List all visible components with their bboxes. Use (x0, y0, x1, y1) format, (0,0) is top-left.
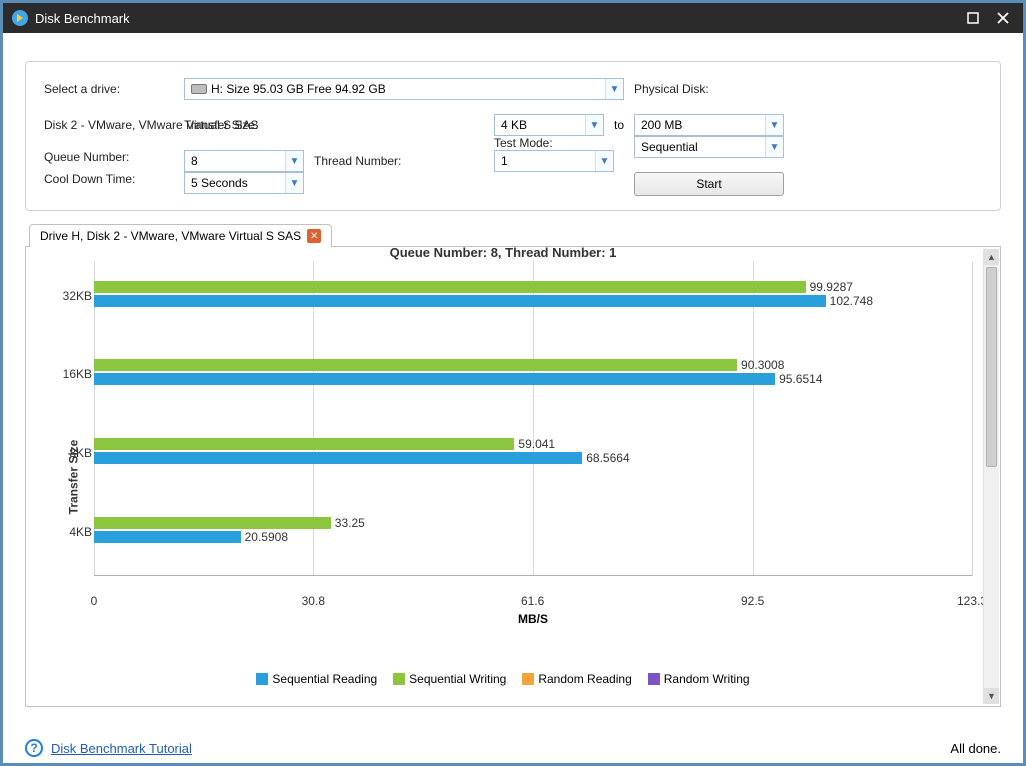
chevron-down-icon[interactable]: ▼ (765, 115, 783, 135)
x-tick: 0 (91, 594, 98, 608)
start-button[interactable]: Start (634, 172, 784, 196)
bar-value-seq-read: 102.748 (830, 294, 873, 308)
test-mode-value: Sequential (635, 140, 765, 154)
drive-label: Select a drive: (44, 82, 174, 96)
tab-title: Drive H, Disk 2 - VMware, VMware Virtual… (40, 229, 301, 243)
chart-xlabel: MB/S (94, 612, 972, 626)
window-title: Disk Benchmark (35, 11, 130, 26)
queue-number-select[interactable]: 8 ▼ (184, 150, 304, 172)
thread-number-select[interactable]: 1 ▼ (494, 150, 614, 172)
tab-close-button[interactable]: ✕ (307, 229, 321, 243)
chevron-down-icon[interactable]: ▼ (605, 79, 623, 99)
test-mode-select[interactable]: Sequential ▼ (634, 136, 784, 158)
legend-rand-read: Random Reading (522, 672, 631, 686)
chart-legend: Sequential Reading Sequential Writing Ra… (26, 672, 980, 686)
chevron-down-icon[interactable]: ▼ (585, 115, 603, 135)
bar-value-seq-write: 33.25 (335, 516, 365, 530)
bar-value-seq-read: 20.5908 (245, 530, 288, 544)
y-category: 4KB (62, 525, 92, 539)
chart-title: Queue Number: 8, Thread Number: 1 (26, 247, 980, 260)
benchmark-chart: Queue Number: 8, Thread Number: 1 Transf… (25, 247, 1001, 707)
transfer-size-from-select[interactable]: 4 KB ▼ (494, 114, 604, 136)
bar-value-seq-write: 59.041 (518, 437, 555, 451)
y-category: 32KB (62, 289, 92, 303)
chevron-down-icon[interactable]: ▼ (285, 173, 303, 193)
drive-select[interactable]: H: Size 95.03 GB Free 94.92 GB ▼ (184, 78, 624, 100)
benchmark-settings-panel: Select a drive: H: Size 95.03 GB Free 94… (25, 61, 1001, 211)
app-icon (11, 9, 29, 27)
y-category: 8KB (62, 446, 92, 460)
chevron-down-icon[interactable]: ▼ (285, 151, 303, 171)
chevron-down-icon[interactable]: ▼ (765, 137, 783, 157)
scroll-up-icon[interactable]: ▲ (984, 249, 999, 265)
cooldown-select[interactable]: 5 Seconds ▼ (184, 172, 304, 194)
help-icon[interactable]: ? (25, 739, 43, 757)
bar-seq-read (94, 531, 241, 543)
drive-select-value: H: Size 95.03 GB Free 94.92 GB (211, 82, 605, 96)
chart-scrollbar[interactable]: ▲ ▼ (983, 249, 999, 704)
transfer-size-from-value: 4 KB (495, 118, 585, 132)
total-length-select[interactable]: 200 MB ▼ (634, 114, 784, 136)
cooldown-value: 5 Seconds (185, 176, 285, 190)
thread-number-value: 1 (495, 154, 595, 168)
bar-seq-read (94, 295, 826, 307)
x-tick: 61.6 (521, 594, 544, 608)
physical-disk-label: Physical Disk: (634, 82, 774, 96)
bar-value-seq-read: 68.5664 (586, 451, 629, 465)
maximize-button[interactable] (961, 6, 985, 30)
legend-seq-write: Sequential Writing (393, 672, 506, 686)
bar-value-seq-write: 90.3008 (741, 358, 784, 372)
bar-value-seq-write: 99.9287 (810, 280, 853, 294)
tutorial-link[interactable]: Disk Benchmark Tutorial (51, 741, 192, 756)
close-button[interactable] (991, 6, 1015, 30)
bar-seq-write (94, 438, 514, 450)
bar-seq-write (94, 359, 737, 371)
cooldown-label: Cool Down Time: (44, 172, 174, 196)
disk-icon (191, 84, 207, 94)
x-tick: 30.8 (302, 594, 325, 608)
bar-seq-write (94, 517, 331, 529)
x-tick: 92.5 (741, 594, 764, 608)
bar-seq-read (94, 373, 775, 385)
scroll-thumb[interactable] (986, 267, 997, 467)
bar-value-seq-read: 95.6514 (779, 372, 822, 386)
scroll-down-icon[interactable]: ▼ (984, 688, 999, 704)
y-category: 16KB (62, 367, 92, 381)
chevron-down-icon[interactable]: ▼ (595, 151, 613, 171)
status-text: All done. (950, 741, 1001, 756)
legend-seq-read: Sequential Reading (256, 672, 377, 686)
queue-number-value: 8 (185, 154, 285, 168)
results-tab[interactable]: Drive H, Disk 2 - VMware, VMware Virtual… (29, 224, 332, 247)
bar-seq-read (94, 452, 582, 464)
legend-rand-write: Random Writing (648, 672, 750, 686)
bar-seq-write (94, 281, 806, 293)
total-length-value: 200 MB (635, 118, 765, 132)
